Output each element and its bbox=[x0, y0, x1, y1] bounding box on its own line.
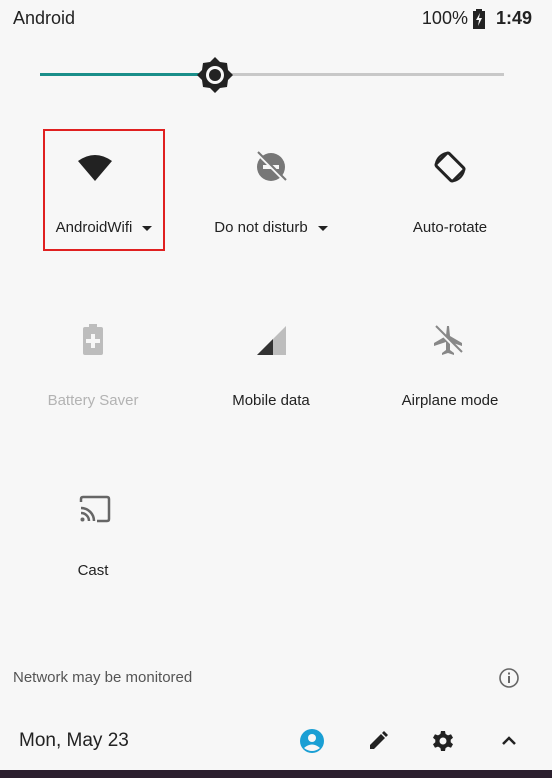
tile-wifi[interactable]: AndroidWifi bbox=[43, 129, 165, 251]
cast-icon bbox=[79, 495, 111, 523]
tile-auto-rotate[interactable]: Auto-rotate bbox=[389, 129, 511, 251]
tile-battery-saver-label: Battery Saver bbox=[47, 392, 139, 409]
tile-auto-rotate-label: Auto-rotate bbox=[412, 219, 488, 236]
tile-dnd-label[interactable]: Do not disturb bbox=[210, 219, 332, 236]
tile-cast[interactable]: Cast bbox=[32, 470, 154, 592]
dnd-label-text: Do not disturb bbox=[214, 219, 308, 236]
tile-cast-label: Cast bbox=[77, 562, 109, 579]
battery-charging-icon bbox=[472, 8, 485, 29]
navigation-strip bbox=[0, 770, 552, 778]
status-right: 100% 1:49 bbox=[422, 8, 532, 29]
mobile-data-icon bbox=[257, 326, 286, 355]
wifi-icon bbox=[78, 155, 112, 181]
airplane-mode-icon bbox=[433, 325, 463, 355]
wifi-network-name: AndroidWifi bbox=[55, 219, 133, 236]
edit-pencil-icon[interactable] bbox=[365, 728, 391, 754]
user-account-icon[interactable] bbox=[299, 728, 325, 754]
auto-rotate-icon bbox=[434, 151, 466, 183]
settings-gear-icon[interactable] bbox=[430, 728, 456, 754]
tile-wifi-label[interactable]: AndroidWifi bbox=[45, 219, 163, 236]
brightness-track-filled bbox=[40, 73, 215, 76]
carrier-label: Android bbox=[13, 8, 76, 28]
tile-airplane-mode[interactable]: Airplane mode bbox=[389, 300, 511, 422]
brightness-thumb-icon[interactable] bbox=[195, 55, 235, 95]
collapse-chevron-up-icon[interactable] bbox=[496, 728, 522, 754]
tile-mobile-data-label: Mobile data bbox=[232, 392, 310, 409]
do-not-disturb-icon bbox=[257, 151, 287, 181]
dnd-dropdown-caret-icon[interactable] bbox=[317, 225, 328, 231]
tile-do-not-disturb[interactable]: Do not disturb bbox=[210, 129, 332, 251]
battery-saver-icon bbox=[83, 324, 103, 355]
tile-mobile-data[interactable]: Mobile data bbox=[210, 300, 332, 422]
date-label[interactable]: Mon, May 23 bbox=[19, 730, 129, 752]
clock: 1:49 bbox=[495, 8, 532, 28]
brightness-slider[interactable] bbox=[40, 55, 504, 95]
brightness-track-empty bbox=[215, 73, 504, 76]
tile-battery-saver[interactable]: Battery Saver bbox=[32, 300, 154, 422]
battery-percent: 100% bbox=[421, 8, 468, 28]
bottom-bar: Mon, May 23 bbox=[0, 720, 552, 764]
info-icon[interactable] bbox=[498, 667, 520, 689]
tile-airplane-mode-label: Airplane mode bbox=[401, 392, 499, 409]
status-bar: Android 100% 1:49 bbox=[0, 0, 552, 36]
network-monitored-note[interactable]: Network may be monitored bbox=[13, 669, 192, 686]
wifi-dropdown-caret-icon[interactable] bbox=[142, 225, 153, 231]
